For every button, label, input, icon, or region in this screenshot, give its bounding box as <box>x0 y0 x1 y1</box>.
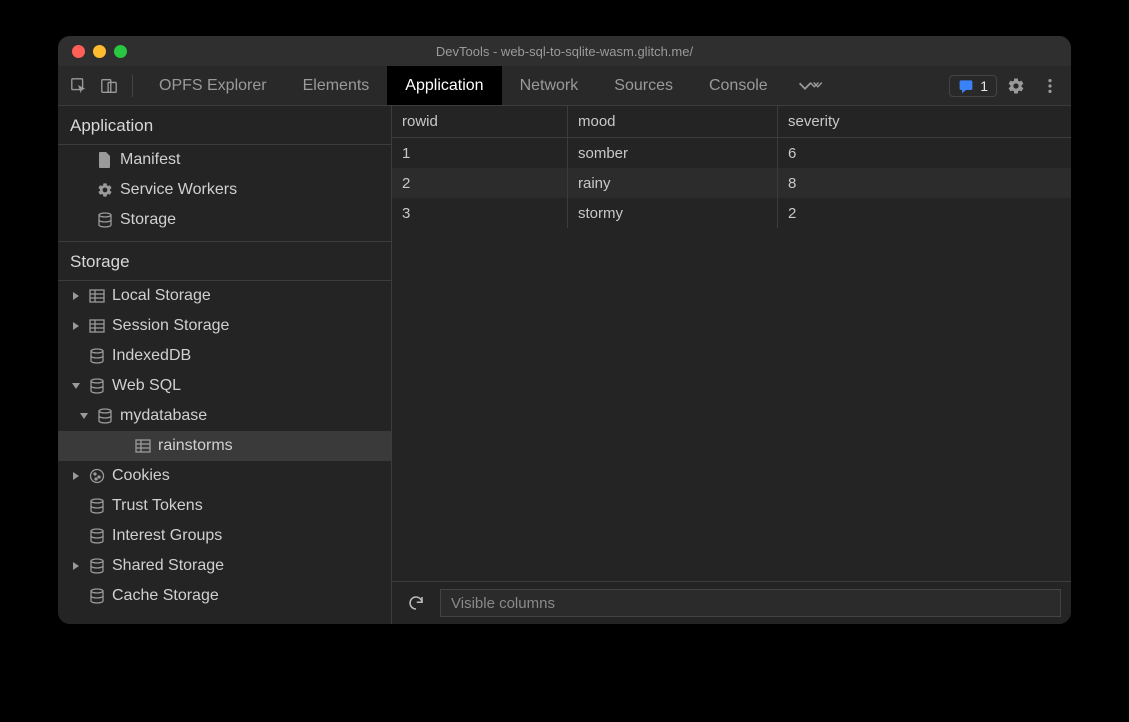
panel-tabs: OPFS Explorer Elements Application Netwo… <box>141 66 832 105</box>
database-icon <box>96 408 114 424</box>
sidebar-item-cookies[interactable]: Cookies <box>58 461 391 491</box>
sidebar-item-label: Service Workers <box>120 181 237 199</box>
tab-sources[interactable]: Sources <box>596 66 691 105</box>
visible-columns-input[interactable] <box>440 589 1061 617</box>
sidebar-item-database[interactable]: mydatabase <box>58 401 391 431</box>
database-icon <box>88 348 106 364</box>
refresh-button[interactable] <box>402 589 430 617</box>
table-cell: 1 <box>392 138 568 168</box>
chevron-right-icon <box>70 290 82 302</box>
database-icon <box>88 528 106 544</box>
more-options-button[interactable] <box>1035 71 1065 101</box>
gear-icon <box>96 182 114 198</box>
sidebar-item-cache-storage[interactable]: Cache Storage <box>58 581 391 611</box>
more-tabs-button[interactable] <box>786 66 832 105</box>
chevron-right-icon <box>70 560 82 572</box>
inspect-element-icon[interactable] <box>64 71 94 101</box>
table-row[interactable]: 3stormy2 <box>392 198 1071 228</box>
sidebar-item-indexeddb[interactable]: IndexedDB <box>58 341 391 371</box>
table-icon <box>88 289 106 303</box>
sidebar-item-table-rainstorms[interactable]: rainstorms <box>58 431 391 461</box>
chevron-down-icon <box>70 380 82 392</box>
chevron-down-icon <box>78 410 90 422</box>
panel-body: Application Manifest Service Workers Sto… <box>58 106 1071 624</box>
window-controls <box>72 45 127 58</box>
table-cell: 3 <box>392 198 568 228</box>
sidebar-item-storage[interactable]: Storage <box>58 205 391 235</box>
minimize-window-button[interactable] <box>93 45 106 58</box>
data-grid-toolbar <box>392 582 1071 624</box>
column-header-severity[interactable]: severity <box>778 106 1071 137</box>
tab-console[interactable]: Console <box>691 66 786 105</box>
table-cell: somber <box>568 138 778 168</box>
sidebar-item-session-storage[interactable]: Session Storage <box>58 311 391 341</box>
cookie-icon <box>88 468 106 484</box>
tab-elements[interactable]: Elements <box>285 66 388 105</box>
table-cell: stormy <box>568 198 778 228</box>
sidebar-item-label: Web SQL <box>112 377 181 395</box>
sidebar-item-label: Session Storage <box>112 317 229 335</box>
sidebar-item-manifest[interactable]: Manifest <box>58 145 391 175</box>
issues-counter[interactable]: 1 <box>949 75 997 97</box>
data-grid-panel: rowid mood severity 1somber62rainy83stor… <box>392 106 1071 624</box>
table-icon <box>88 319 106 333</box>
tab-application[interactable]: Application <box>387 66 501 105</box>
database-icon <box>96 212 114 228</box>
table-header-row: rowid mood severity <box>392 106 1071 138</box>
sidebar-item-label: IndexedDB <box>112 347 191 365</box>
database-icon <box>88 378 106 394</box>
sidebar-item-label: rainstorms <box>158 437 233 455</box>
zoom-window-button[interactable] <box>114 45 127 58</box>
sidebar-item-label: Cookies <box>112 467 170 485</box>
sidebar-item-trust-tokens[interactable]: Trust Tokens <box>58 491 391 521</box>
table-row[interactable]: 2rainy8 <box>392 168 1071 198</box>
table-cell: 2 <box>392 168 568 198</box>
sidebar-item-label: Interest Groups <box>112 527 222 545</box>
settings-button[interactable] <box>1001 71 1031 101</box>
document-icon <box>96 152 114 168</box>
window-title: DevTools - web-sql-to-sqlite-wasm.glitch… <box>58 44 1071 59</box>
toolbar-separator <box>132 75 133 97</box>
main-toolbar: OPFS Explorer Elements Application Netwo… <box>58 66 1071 106</box>
table-cell: rainy <box>568 168 778 198</box>
sidebar-item-label: Cache Storage <box>112 587 219 605</box>
table-row[interactable]: 1somber6 <box>392 138 1071 168</box>
database-icon <box>88 588 106 604</box>
sidebar-item-web-sql[interactable]: Web SQL <box>58 371 391 401</box>
table-body: 1somber62rainy83stormy2 <box>392 138 1071 582</box>
sidebar-item-label: Trust Tokens <box>112 497 203 515</box>
sidebar-item-shared-storage[interactable]: Shared Storage <box>58 551 391 581</box>
column-header-rowid[interactable]: rowid <box>392 106 568 137</box>
tab-opfs-explorer[interactable]: OPFS Explorer <box>141 66 285 105</box>
sidebar-item-label: Local Storage <box>112 287 211 305</box>
close-window-button[interactable] <box>72 45 85 58</box>
section-application-heading: Application <box>58 106 391 145</box>
sidebar-item-label: Storage <box>120 211 176 229</box>
tab-network[interactable]: Network <box>502 66 597 105</box>
sidebar-item-label: mydatabase <box>120 407 207 425</box>
sidebar-item-label: Manifest <box>120 151 180 169</box>
chevron-right-icon <box>70 470 82 482</box>
issues-count-label: 1 <box>980 78 988 94</box>
sidebar-item-service-workers[interactable]: Service Workers <box>58 175 391 205</box>
sidebar-item-local-storage[interactable]: Local Storage <box>58 281 391 311</box>
titlebar: DevTools - web-sql-to-sqlite-wasm.glitch… <box>58 36 1071 66</box>
sidebar-item-interest-groups[interactable]: Interest Groups <box>58 521 391 551</box>
table-cell: 6 <box>778 138 1071 168</box>
application-sidebar: Application Manifest Service Workers Sto… <box>58 106 392 624</box>
device-toolbar-icon[interactable] <box>94 71 124 101</box>
sidebar-item-label: Shared Storage <box>112 557 224 575</box>
devtools-window: DevTools - web-sql-to-sqlite-wasm.glitch… <box>58 36 1071 624</box>
column-header-mood[interactable]: mood <box>568 106 778 137</box>
table-cell: 2 <box>778 198 1071 228</box>
table-cell: 8 <box>778 168 1071 198</box>
section-storage-heading: Storage <box>58 241 391 281</box>
chevron-right-icon <box>70 320 82 332</box>
database-icon <box>88 498 106 514</box>
database-icon <box>88 558 106 574</box>
table-icon <box>134 439 152 453</box>
